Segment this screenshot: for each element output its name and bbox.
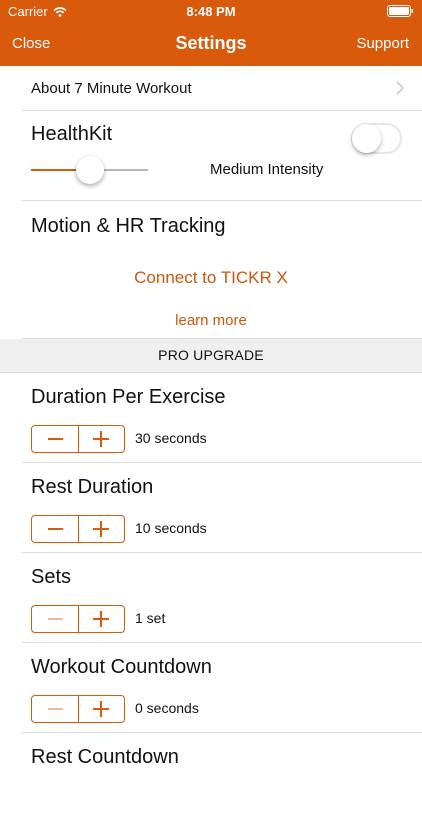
support-button[interactable]: Support xyxy=(356,35,409,52)
healthkit-toggle[interactable] xyxy=(351,123,402,154)
minus-icon xyxy=(48,618,63,620)
setting-duration-per-exercise: Duration Per Exercise 30 seconds xyxy=(22,373,422,463)
app-header: Carrier 8:48 PM Close Settings Support xyxy=(0,0,422,66)
setting-rest-countdown: Rest Countdown xyxy=(22,733,422,822)
settings-list: About 7 Minute Workout HealthKit Medium … xyxy=(0,66,422,822)
intensity-slider[interactable] xyxy=(31,155,148,185)
toggle-knob xyxy=(352,124,381,153)
minus-icon xyxy=(48,438,63,440)
pro-upgrade-header: PRO UPGRADE xyxy=(0,339,422,373)
nav-bar: Close Settings Support xyxy=(0,22,422,66)
chevron-right-icon xyxy=(396,81,404,95)
setting-label: Rest Duration xyxy=(31,476,154,498)
increment-button[interactable] xyxy=(78,606,124,632)
decrement-button[interactable] xyxy=(32,606,78,632)
increment-button[interactable] xyxy=(78,426,124,452)
setting-label: Rest Countdown xyxy=(31,746,179,768)
increment-button[interactable] xyxy=(78,696,124,722)
workout-countdown-stepper xyxy=(31,695,125,723)
healthkit-label: HealthKit xyxy=(31,123,113,145)
setting-label: Duration Per Exercise xyxy=(31,386,226,408)
status-bar: Carrier 8:48 PM xyxy=(0,0,422,22)
battery-icon xyxy=(387,5,414,20)
status-time: 8:48 PM xyxy=(186,4,236,19)
minus-icon xyxy=(48,528,63,530)
slider-thumb[interactable] xyxy=(75,156,104,184)
setting-value: 1 set xyxy=(135,610,166,626)
setting-workout-countdown: Workout Countdown 0 seconds xyxy=(22,643,422,733)
decrement-button[interactable] xyxy=(32,426,78,452)
about-row[interactable]: About 7 Minute Workout xyxy=(22,66,422,111)
learn-more-link[interactable]: learn more xyxy=(0,312,422,329)
setting-rest-duration: Rest Duration 10 seconds xyxy=(22,463,422,553)
setting-value: 30 seconds xyxy=(135,430,207,446)
intensity-label: Medium Intensity xyxy=(210,161,324,178)
setting-label: Sets xyxy=(31,566,72,588)
motion-section: Motion & HR Tracking Connect to TICKR X … xyxy=(22,201,422,339)
duration-stepper xyxy=(31,425,125,453)
motion-label: Motion & HR Tracking xyxy=(31,215,226,237)
setting-label: Workout Countdown xyxy=(31,656,212,678)
minus-icon xyxy=(48,708,63,710)
setting-sets: Sets 1 set xyxy=(22,553,422,643)
setting-value: 10 seconds xyxy=(135,520,207,536)
healthkit-section: HealthKit Medium Intensity xyxy=(22,111,422,201)
setting-value: 0 seconds xyxy=(135,700,199,716)
rest-duration-stepper xyxy=(31,515,125,543)
decrement-button[interactable] xyxy=(32,516,78,542)
about-label: About 7 Minute Workout xyxy=(31,80,192,97)
increment-button[interactable] xyxy=(78,516,124,542)
sets-stepper xyxy=(31,605,125,633)
connect-tickr-button[interactable]: Connect to TICKR X xyxy=(0,268,422,288)
decrement-button[interactable] xyxy=(32,696,78,722)
